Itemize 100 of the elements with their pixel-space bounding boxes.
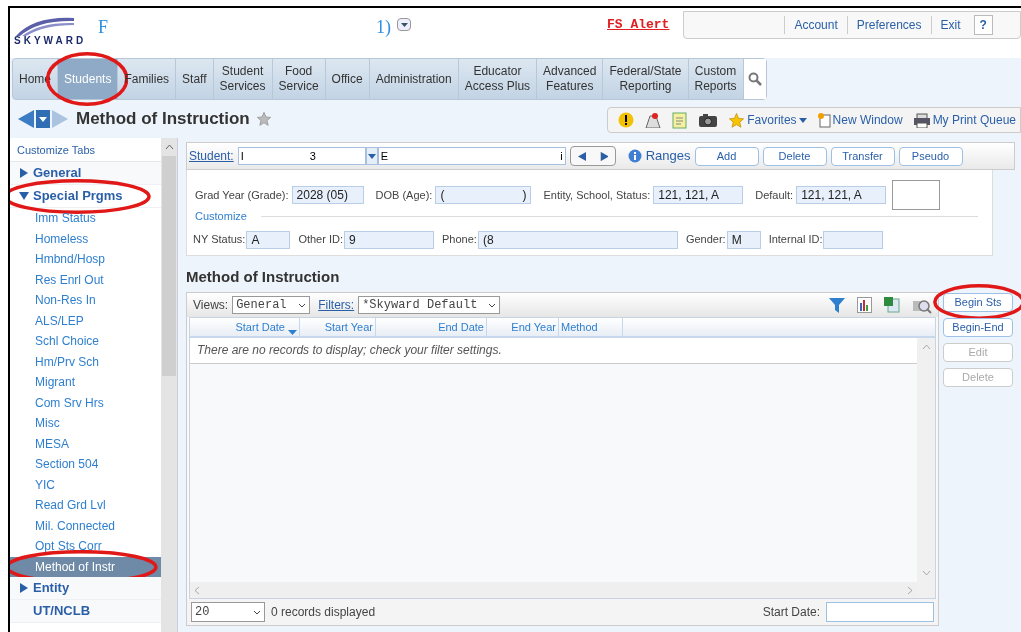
sidebar-item[interactable]: YIC xyxy=(10,474,161,495)
chevron-down-icon xyxy=(921,570,931,576)
sidebar-item[interactable]: Hm/Prv Sch xyxy=(10,351,161,372)
sort-down-icon xyxy=(288,330,297,335)
header-link[interactable]: Account xyxy=(784,16,847,34)
caret-down-icon xyxy=(400,22,408,27)
column-header[interactable]: Start Date xyxy=(190,318,300,336)
sidebar-item[interactable]: ALS/LEP xyxy=(10,310,161,331)
nav-tab[interactable]: Staff xyxy=(176,59,214,99)
sidebar-item[interactable]: Res Enrl Out xyxy=(10,269,161,290)
sidebar-group[interactable]: UT/NCLB xyxy=(10,600,161,623)
student-name-field[interactable]: E i xyxy=(377,147,566,165)
scrollbar[interactable] xyxy=(161,138,177,632)
chevron-down-icon xyxy=(253,609,261,615)
chevron-down-icon xyxy=(488,302,497,308)
section-title: Method of Instruction xyxy=(186,266,341,287)
sidebar-item[interactable]: Mil. Connected xyxy=(10,515,161,536)
camera-icon[interactable] xyxy=(698,112,719,128)
nav-tab[interactable]: Food Service xyxy=(272,59,326,99)
filters-link[interactable]: Filters: xyxy=(318,296,355,314)
sidebar-item[interactable]: Com Srv Hrs xyxy=(10,392,161,413)
sidebar-item[interactable]: MESA xyxy=(10,433,161,454)
column-header[interactable]: Method xyxy=(559,318,623,336)
previous-arrow-icon[interactable] xyxy=(577,152,586,161)
field-label: DOB (Age): xyxy=(375,187,433,203)
header-link[interactable]: Preferences xyxy=(846,16,931,34)
action-button[interactable]: Transfer xyxy=(830,146,895,166)
side-button[interactable]: Begin Sts xyxy=(943,293,1013,312)
nav-tab[interactable]: Administration xyxy=(369,59,459,99)
field-value: 2028 (05) xyxy=(291,186,364,204)
star-icon[interactable] xyxy=(255,111,272,127)
views-select[interactable]: General xyxy=(232,296,311,314)
nav-tab[interactable]: Advanced Features xyxy=(537,59,604,99)
bar-chart-icon[interactable] xyxy=(857,297,872,313)
alert-icon[interactable] xyxy=(618,112,635,128)
field-label: Default: xyxy=(755,187,794,203)
start-date-field[interactable] xyxy=(826,602,934,622)
field-label: Phone: xyxy=(442,232,477,248)
nav-tab[interactable]: Federal/State Reporting xyxy=(603,59,689,99)
favorites-menu[interactable]: Favorites xyxy=(728,111,807,129)
student-id-field[interactable]: I 3 xyxy=(237,147,366,165)
nav-tab[interactable]: Educator Access Plus xyxy=(458,59,538,99)
column-header[interactable]: Start Year xyxy=(300,318,376,336)
sidebar-item[interactable]: Imm Status xyxy=(10,208,161,229)
new-window-link[interactable]: New Window xyxy=(816,111,903,129)
print-queue-link[interactable]: My Print Queue xyxy=(912,111,1016,129)
start-date-label: Start Date: xyxy=(762,604,820,621)
field-label: NY Status: xyxy=(193,232,246,248)
ranges-link[interactable]: Ranges xyxy=(627,146,691,166)
student-link[interactable]: Student: xyxy=(189,147,234,165)
column-header[interactable]: End Year xyxy=(487,318,559,336)
column-header[interactable]: End Date xyxy=(376,318,487,336)
sidebar-item[interactable]: Read Grd Lvl xyxy=(10,495,161,516)
caret-down-icon xyxy=(367,153,376,159)
sidebar-group[interactable]: Entity xyxy=(10,577,161,600)
field-value: 9 xyxy=(344,230,434,249)
sidebar-item[interactable]: Schl Choice xyxy=(10,331,161,352)
help-button[interactable]: ? xyxy=(973,15,993,35)
action-button[interactable]: Add xyxy=(694,146,759,166)
photo-frame xyxy=(892,180,941,210)
sidebar-item[interactable]: Non-Res In xyxy=(10,290,161,311)
horizontal-scrollbar[interactable] xyxy=(190,582,917,598)
sidebar-item[interactable]: Opt Sts Corr xyxy=(10,536,161,557)
back-arrow-icon[interactable] xyxy=(18,110,34,128)
chevron-down-icon xyxy=(298,302,307,308)
customize-link[interactable]: Customize xyxy=(195,208,247,225)
filter-icon[interactable] xyxy=(829,297,845,313)
filters-select[interactable]: *Skyward Default xyxy=(358,296,501,314)
map-pin-icon[interactable] xyxy=(644,112,663,128)
page-size-select[interactable]: 20 xyxy=(191,602,265,622)
chevron-up-icon xyxy=(164,144,174,150)
new-page-icon xyxy=(816,112,831,128)
sidebar-item[interactable]: Section 504 xyxy=(10,454,161,475)
star-icon xyxy=(728,111,746,129)
field-label: Entity, School, Status: xyxy=(543,187,651,203)
page-title: Method of Instruction xyxy=(76,108,250,131)
next-arrow-icon[interactable] xyxy=(599,152,608,161)
nav-tab[interactable]: Office xyxy=(325,59,370,99)
printer-icon xyxy=(912,112,931,128)
record-count: 0 records displayed xyxy=(271,604,376,621)
sidebar-item[interactable]: Homeless xyxy=(10,228,161,249)
title-text: 1) xyxy=(376,16,391,39)
action-button[interactable]: Delete xyxy=(762,146,827,166)
search-icon[interactable] xyxy=(747,72,762,86)
alert-link[interactable]: FS Alert xyxy=(607,15,670,35)
vertical-scrollbar[interactable] xyxy=(917,338,935,598)
action-button[interactable]: Pseudo xyxy=(898,146,963,166)
nav-tab[interactable]: Student Services xyxy=(213,59,273,99)
sidebar-item[interactable]: Migrant xyxy=(10,372,161,393)
dropdown-button[interactable] xyxy=(397,18,411,31)
header-link[interactable]: Exit xyxy=(930,16,970,34)
sidebar-item[interactable]: Misc xyxy=(10,413,161,434)
history-dropdown[interactable] xyxy=(36,110,50,128)
nav-tab[interactable]: Custom Reports xyxy=(688,59,744,99)
field-label: Other ID: xyxy=(298,232,343,248)
side-button[interactable]: Begin-End xyxy=(943,318,1013,337)
spreadsheet-icon[interactable] xyxy=(884,297,900,313)
chevron-right-icon xyxy=(907,585,913,595)
field-label: Internal ID: xyxy=(768,232,823,248)
sidebar-item[interactable]: Hmbnd/Hosp xyxy=(10,249,161,270)
